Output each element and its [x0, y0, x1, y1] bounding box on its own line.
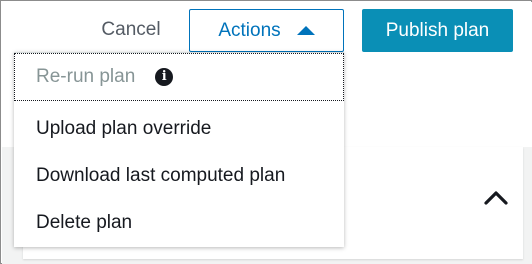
- info-icon[interactable]: i: [155, 68, 174, 86]
- window-frame: Cancel Actions Publish plan Re-run plan …: [0, 0, 532, 264]
- menu-item-rerun-plan[interactable]: Re-run plan i: [14, 53, 344, 101]
- collapse-panel-button[interactable]: [481, 183, 511, 213]
- chevron-up-icon: [484, 191, 508, 205]
- publish-plan-button[interactable]: Publish plan: [362, 9, 513, 52]
- cancel-button[interactable]: Cancel: [89, 9, 173, 51]
- actions-button-label: Actions: [218, 19, 281, 41]
- actions-dropdown-button[interactable]: Actions: [189, 9, 344, 52]
- menu-item-label: Download last computed plan: [36, 165, 286, 186]
- caret-up-icon: [296, 25, 315, 35]
- menu-item-delete-plan[interactable]: Delete plan: [14, 199, 344, 247]
- actions-menu: Re-run plan i Upload plan override Downl…: [14, 52, 344, 247]
- menu-item-download-last-computed-plan[interactable]: Download last computed plan: [14, 152, 344, 200]
- menu-item-label: Re-run plan: [36, 66, 136, 87]
- menu-item-label: Delete plan: [36, 212, 133, 233]
- menu-item-label: Upload plan override: [36, 118, 212, 139]
- menu-item-upload-plan-override[interactable]: Upload plan override: [14, 105, 344, 153]
